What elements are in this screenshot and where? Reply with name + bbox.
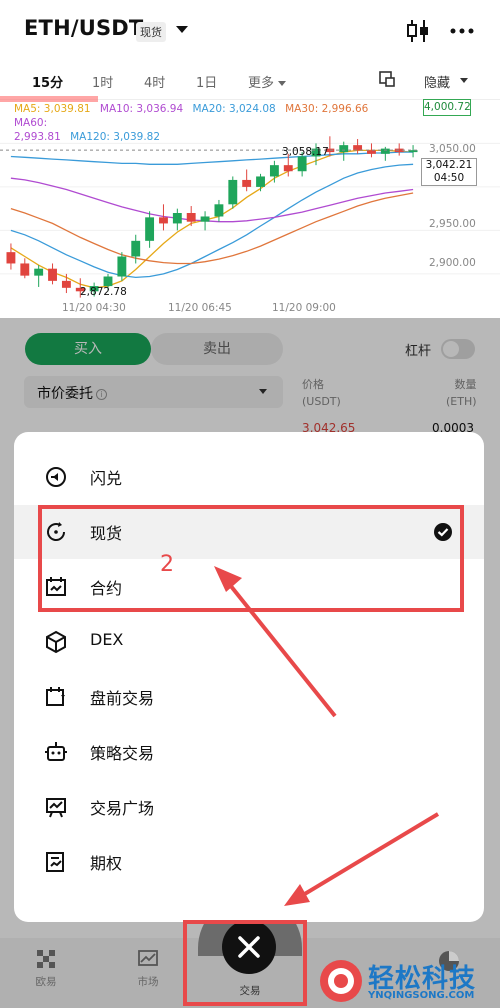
ma5-label: MA5: 3,039.81: [14, 103, 91, 115]
candle-body: [159, 217, 168, 224]
candle-body: [48, 268, 57, 281]
y-tick-label: 2,950.00: [429, 218, 476, 230]
ma5-line: [10, 149, 414, 289]
nav-okx-label: 欧易: [35, 976, 57, 988]
nav-okx[interactable]: 欧易: [16, 948, 76, 989]
watermark-url: YNQINGSONG.COM: [368, 990, 475, 1001]
high-price-label: 3,058.17: [282, 146, 329, 158]
menu-item-label: 交易广场: [90, 799, 155, 818]
candle-body: [367, 150, 376, 154]
premarket-icon: [46, 687, 65, 706]
ma120-line: [10, 151, 414, 165]
watermark-logo: [320, 960, 362, 1002]
candle-body: [242, 179, 252, 187]
last-value-box: 4,000.72: [423, 99, 471, 116]
menu-item-trading-square[interactable]: 交易广场: [14, 780, 484, 834]
candle-body: [297, 156, 307, 172]
candle-body: [214, 204, 224, 217]
candle-body: [172, 213, 182, 224]
menu-item-dex[interactable]: DEX: [14, 615, 484, 669]
ma30-label: MA30: 2,996.66: [285, 103, 369, 115]
candle-body: [6, 252, 16, 264]
ma10-label: MA10: 3,036.94: [99, 103, 184, 115]
menu-item-label: 盘前交易: [90, 689, 155, 708]
dex-cube-icon: [46, 630, 66, 654]
annotation-box-trade: [183, 920, 307, 1006]
candle-body: [131, 240, 141, 257]
tab-1d[interactable]: 1日: [196, 72, 217, 91]
y-tick-label: 2,900.00: [429, 257, 476, 269]
candle-body: [269, 165, 279, 177]
candle-body: [145, 217, 155, 241]
nav-market[interactable]: 市场: [118, 948, 178, 989]
candle-body: [283, 165, 293, 172]
current-price-tag: 3,042.21 04:50: [421, 158, 477, 186]
menu-item-options[interactable]: 期权: [14, 835, 484, 889]
x-tick-label: 11/20 04:30: [62, 302, 126, 314]
pair-dropdown-icon[interactable]: [176, 26, 188, 33]
candle-countdown: 04:50: [433, 172, 465, 184]
ma20-label: MA20: 3,024.08: [192, 103, 276, 115]
annotation-box-menu: [38, 505, 464, 612]
candle-body: [380, 148, 390, 154]
candle-body: [117, 256, 127, 277]
menu-item-label: 闪兑: [90, 469, 123, 488]
candle-body: [200, 216, 210, 222]
tab-15m[interactable]: 15分: [32, 72, 63, 91]
candle-body: [339, 145, 349, 153]
candle-body: [228, 179, 238, 205]
candle-body: [61, 280, 71, 288]
menu-item-strategy[interactable]: 策略交易: [14, 725, 484, 779]
candle-body: [353, 145, 363, 151]
tab-more-label: 更多: [248, 76, 275, 91]
menu-item-label: 策略交易: [90, 744, 155, 763]
trading-square-icon: [46, 798, 66, 818]
market-type-badge: 现货: [136, 22, 166, 42]
pair-title[interactable]: ETH/USDT: [24, 16, 143, 40]
chevron-down-icon: [278, 81, 287, 86]
candle-body: [186, 213, 196, 222]
candlestick-chart[interactable]: [0, 118, 500, 318]
tab-4h[interactable]: 4时: [144, 72, 165, 91]
y-tick-label: 3,050.00: [429, 143, 476, 155]
candle-body: [20, 263, 30, 276]
low-price-label: 2,872.78: [80, 286, 127, 298]
market-chart-icon: [138, 950, 158, 966]
okx-logo-icon: [37, 950, 55, 968]
top-header: ETH/USDT 现货: [0, 0, 500, 60]
current-price: 3,042.21: [425, 159, 473, 171]
menu-item-label: DEX: [90, 630, 124, 649]
x-tick-label: 11/20 09:00: [272, 302, 336, 314]
nav-market-label: 市场: [137, 976, 159, 988]
menu-item-label: 期权: [90, 854, 123, 873]
candlestick-icon[interactable]: [404, 18, 432, 44]
hide-toggle[interactable]: 隐藏: [424, 72, 450, 91]
candle-body: [256, 176, 265, 187]
more-icon[interactable]: [448, 18, 476, 44]
x-tick-label: 11/20 06:45: [168, 302, 232, 314]
ma60-line: [10, 177, 414, 223]
tab-1h[interactable]: 1时: [92, 72, 113, 91]
candle-body: [103, 276, 113, 287]
chart-settings-icon[interactable]: [378, 70, 396, 88]
menu-item-flash-swap[interactable]: 闪兑: [14, 450, 484, 504]
tab-more[interactable]: 更多: [248, 72, 287, 91]
options-icon: [46, 852, 64, 872]
flash-swap-icon: [46, 467, 66, 487]
bot-icon: [45, 742, 67, 761]
menu-item-premarket[interactable]: 盘前交易: [14, 670, 484, 724]
candle-body: [34, 268, 44, 276]
chevron-down-icon: [460, 78, 468, 83]
annotation-step-number: 2: [160, 552, 174, 577]
